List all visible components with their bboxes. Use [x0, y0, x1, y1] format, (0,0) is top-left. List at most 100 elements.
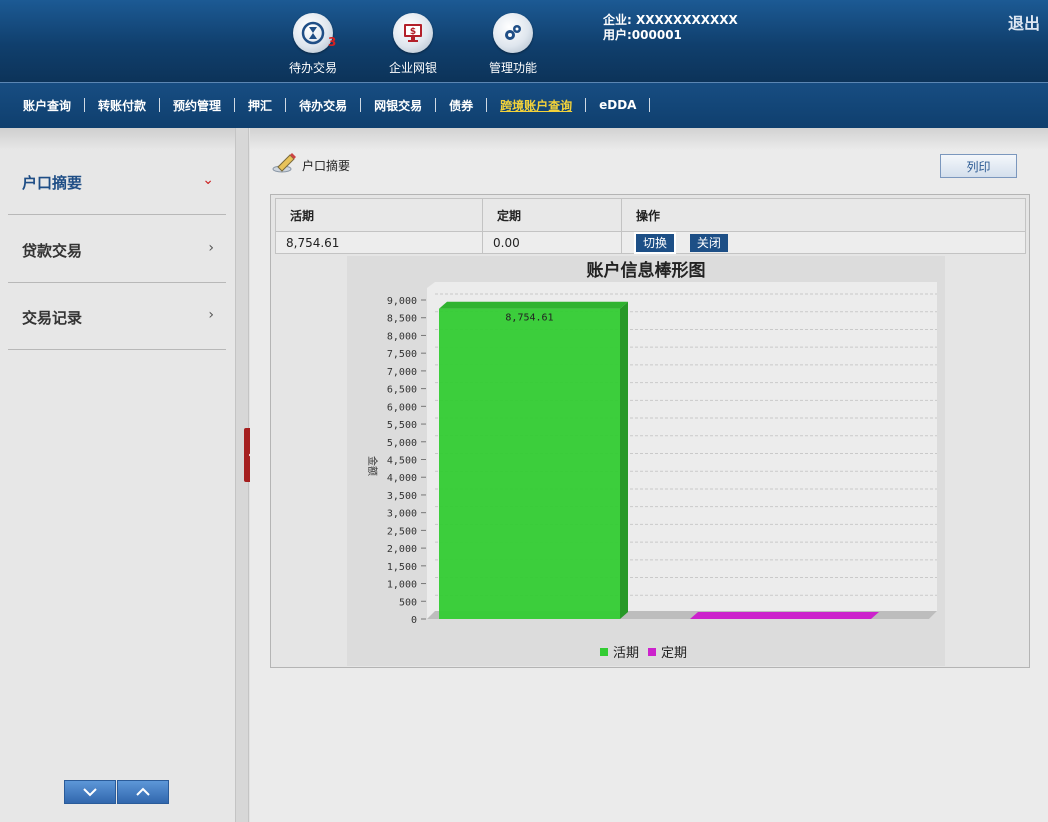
- legend-swatch: [600, 648, 608, 656]
- nav-item[interactable]: 押汇: [248, 97, 299, 114]
- nav-item[interactable]: 转账付款: [98, 97, 173, 114]
- legend-label: 活期: [613, 646, 639, 661]
- y-tick-label: 2,500: [387, 526, 417, 537]
- edit-pencil-icon: [272, 153, 296, 173]
- y-tick-label: 500: [399, 597, 417, 608]
- management-shortcut[interactable]: 管理功能: [478, 13, 548, 76]
- nav-item-label: 待办交易: [299, 98, 348, 113]
- nav-item[interactable]: 预约管理: [173, 97, 248, 114]
- chevron-down-icon: ⌄: [202, 172, 214, 188]
- switch-button[interactable]: 切换: [633, 231, 677, 254]
- scroll-down-button[interactable]: [64, 780, 116, 804]
- nav-separator: [84, 98, 86, 112]
- y-axis-label: 金额: [366, 456, 379, 476]
- sidebar-item-loan-transactions[interactable]: 贷款交易 ›: [8, 216, 226, 283]
- sidebar-item-transaction-records[interactable]: 交易记录 ›: [8, 283, 226, 350]
- nav-item[interactable]: 待办交易: [299, 97, 374, 114]
- pending-transactions-label: 待办交易: [288, 61, 337, 75]
- chevron-right-icon: ›: [208, 307, 214, 323]
- monitor-dollar-icon: $: [393, 13, 433, 53]
- nav-separator: [159, 98, 161, 112]
- y-tick-label: 4,500: [387, 456, 417, 467]
- chart-title: 账户信息棒形图: [587, 260, 706, 281]
- sidebar-scroll-controls: [64, 780, 169, 804]
- nav-item[interactable]: 跨境账户查询: [500, 97, 599, 114]
- account-table: 活期 定期 操作 8,754.61 0.00 切换 关闭: [275, 198, 1026, 254]
- user-id: 用户:000001: [603, 28, 682, 42]
- sidebar-item-label: 户口摘要: [22, 174, 83, 192]
- chart-canvas: 账户信息棒形图 0 500 1,000 1,500 2,000 2,500 3,000 3,50…: [347, 256, 945, 666]
- nav-item-label: eDDA: [599, 98, 637, 112]
- pending-transactions-shortcut[interactable]: 3 待办交易: [278, 13, 348, 76]
- nav-item-label: 跨境账户查询: [500, 98, 573, 113]
- print-button[interactable]: 列印: [940, 154, 1017, 178]
- y-tick-label: 9,000: [387, 296, 417, 307]
- bar-side: [620, 301, 628, 619]
- management-label: 管理功能: [488, 61, 537, 75]
- nav-item[interactable]: 债券: [449, 97, 500, 114]
- page-header: 户口摘要: [272, 152, 350, 174]
- nav-item-label: 转账付款: [98, 98, 147, 113]
- column-header-fixed: 定期: [482, 198, 622, 232]
- sidebar-item-label: 贷款交易: [22, 242, 83, 260]
- chevron-up-icon: [136, 787, 150, 796]
- nav-item[interactable]: 网银交易: [374, 97, 449, 114]
- y-tick-label: 5,000: [387, 438, 417, 449]
- fixed-balance-cell: 0.00: [482, 231, 622, 254]
- account-info: 企业: XXXXXXXXXXX 用户:000001: [603, 13, 738, 43]
- y-tick-label: 7,500: [387, 349, 417, 360]
- nav-separator: [285, 98, 287, 112]
- bar: [439, 308, 620, 619]
- table-row: 8,754.61 0.00 切换 关闭: [275, 231, 1026, 254]
- actions-cell: 切换 关闭: [621, 231, 1026, 254]
- company-name: 企业: XXXXXXXXXXX: [603, 13, 738, 27]
- nav-item-label: 押汇: [248, 98, 273, 113]
- nav-separator: [649, 98, 651, 112]
- svg-text:$: $: [410, 27, 416, 37]
- y-tick-label: 6,000: [387, 402, 417, 413]
- account-bar-chart: 账户信息棒形图 0 500 1,000 1,500 2,000 2,500 3,000 3,50…: [347, 256, 945, 666]
- bar-top: [439, 301, 628, 309]
- legend-label: 定期: [661, 646, 687, 661]
- y-tick-label: 4,000: [387, 473, 417, 484]
- nav-separator: [360, 98, 362, 112]
- column-header-current: 活期: [275, 198, 483, 232]
- nav-item[interactable]: 账户查询: [23, 97, 98, 114]
- nav-separator: [486, 98, 488, 112]
- chevron-right-icon: ›: [208, 240, 214, 256]
- legend-swatch: [648, 648, 656, 656]
- nav-item-label: 预约管理: [173, 98, 222, 113]
- y-tick-label: 1,500: [387, 562, 417, 573]
- nav-item-label: 债券: [449, 98, 474, 113]
- y-tick-label: 8,000: [387, 331, 417, 342]
- y-tick-label: 0: [411, 615, 417, 626]
- y-tick-label: 3,500: [387, 491, 417, 502]
- close-button[interactable]: 关闭: [689, 233, 728, 252]
- nav-separator: [234, 98, 236, 112]
- sidebar-item-account-summary[interactable]: 户口摘要 ⌄: [8, 148, 226, 215]
- top-header: 3 待办交易 $ 企业网银 管理功能 企业: XXXXXXXXXXX 用户:00…: [0, 0, 1048, 82]
- corporate-banking-shortcut[interactable]: $ 企业网银: [378, 13, 448, 76]
- gears-icon: [493, 13, 533, 53]
- y-tick-label: 8,500: [387, 314, 417, 325]
- column-header-actions: 操作: [621, 198, 1026, 232]
- main-nav: 账户查询 转账付款 预约管理 押汇 待办交易 网银交易 债券 跨境账户查询 eDDA: [0, 82, 1048, 128]
- hourglass-icon: [293, 13, 333, 53]
- y-tick-label: 7,000: [387, 367, 417, 378]
- nav-item-label: 网银交易: [374, 98, 423, 113]
- y-tick-label: 6,500: [387, 385, 417, 396]
- corporate-banking-label: 企业网银: [388, 61, 437, 75]
- current-balance-cell: 8,754.61: [275, 231, 483, 254]
- y-tick-label: 5,500: [387, 420, 417, 431]
- nav-separator: [435, 98, 437, 112]
- y-tick-label: 2,000: [387, 544, 417, 555]
- bar-data-label: 8,754.61: [505, 313, 553, 324]
- nav-item-label: 账户查询: [23, 98, 72, 113]
- scroll-up-button[interactable]: [117, 780, 169, 804]
- y-tick-label: 3,000: [387, 509, 417, 520]
- sidebar-item-label: 交易记录: [22, 309, 83, 327]
- logout-link[interactable]: 退出: [1008, 10, 1040, 34]
- pending-count-badge: 3: [328, 35, 337, 49]
- chevron-down-icon: [83, 788, 97, 797]
- nav-item[interactable]: eDDA: [599, 98, 663, 112]
